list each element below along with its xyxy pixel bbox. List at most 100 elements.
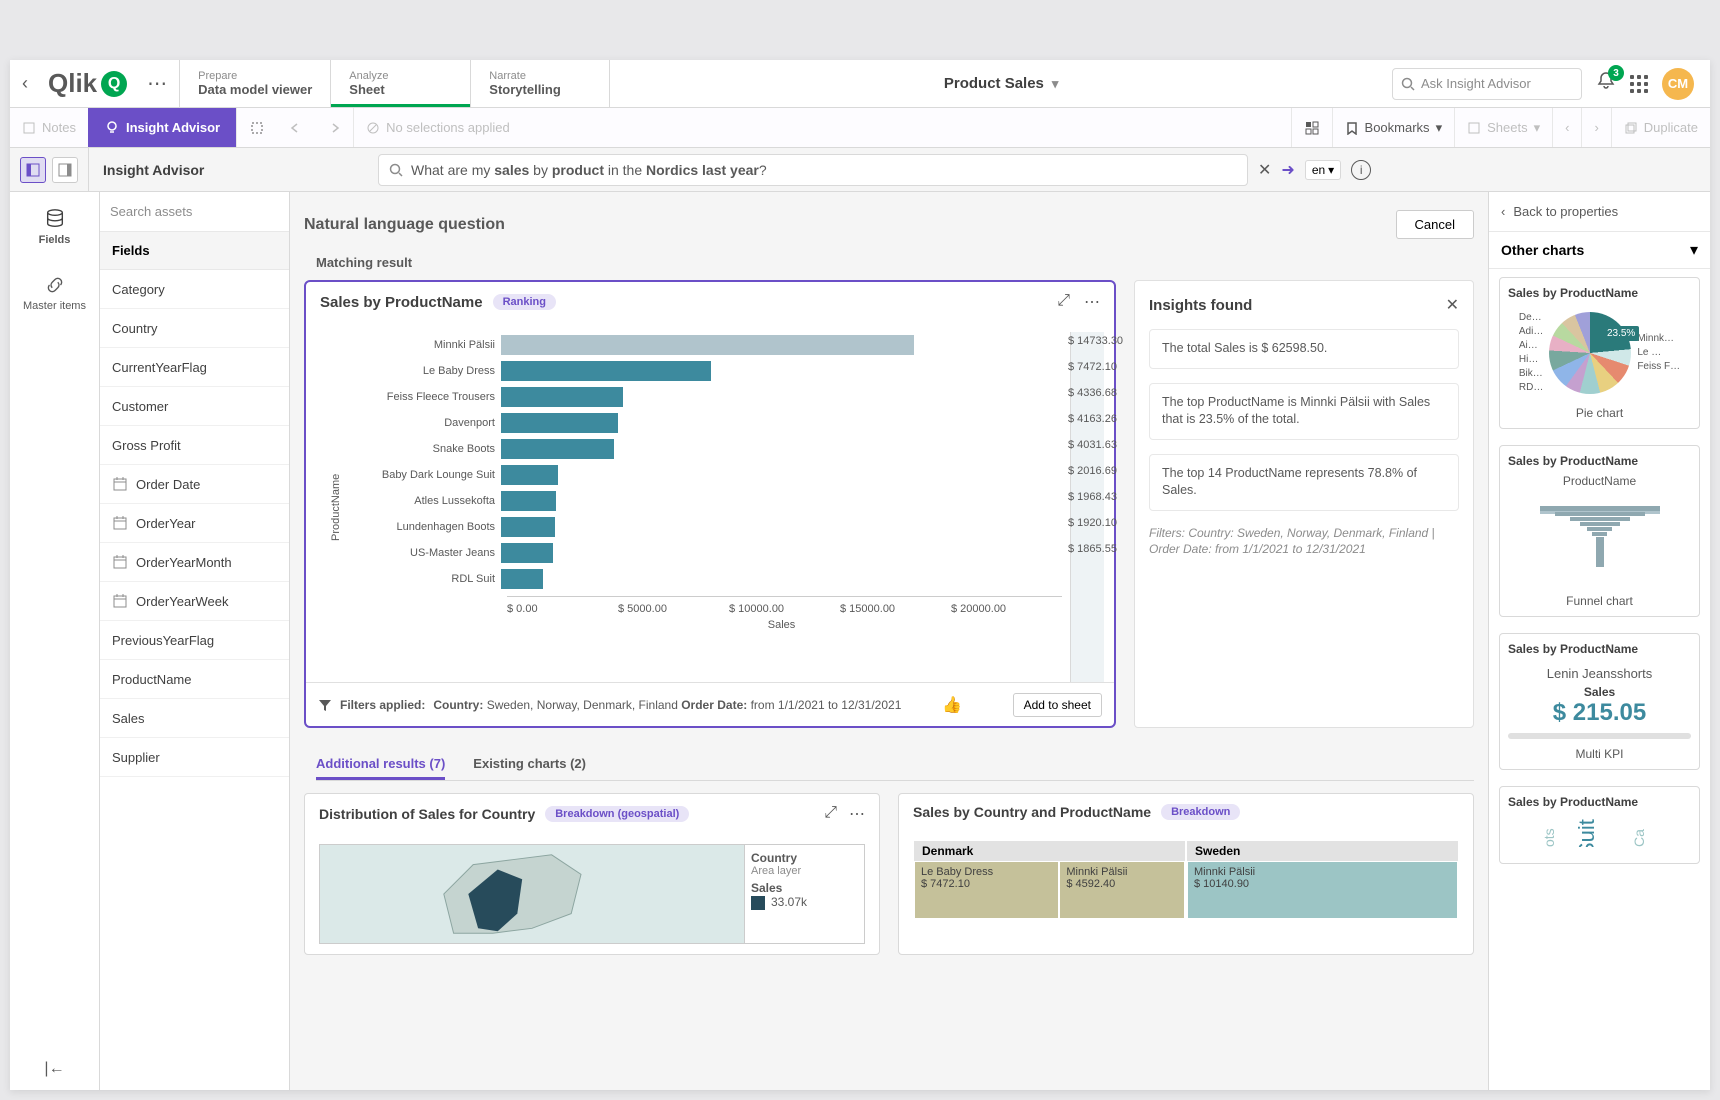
chart-title: Sales by ProductName: [320, 294, 483, 311]
additional-card-map: Distribution of Sales for Country Breakd…: [304, 793, 880, 955]
app-launcher-icon[interactable]: [1630, 75, 1648, 93]
lasso-icon: [249, 120, 265, 136]
field-item[interactable]: Gross Profit: [100, 426, 289, 465]
add-to-sheet-button[interactable]: Add to sheet: [1013, 693, 1102, 717]
app-title[interactable]: Product Sales▾: [610, 75, 1392, 92]
expand-icon[interactable]: ⤢: [824, 804, 837, 824]
next-sheet-button[interactable]: ›: [1581, 108, 1610, 147]
ask-insight-input[interactable]: Ask Insight Advisor: [1392, 68, 1582, 100]
field-item[interactable]: ProductName: [100, 660, 289, 699]
back-button[interactable]: ‹: [10, 73, 40, 94]
nav-tab-narrate[interactable]: NarrateStorytelling: [470, 60, 610, 107]
sheets-icon: [1467, 121, 1481, 135]
selections-tool-1[interactable]: [237, 108, 277, 147]
insight-item: The top 14 ProductName represents 78.8% …: [1149, 454, 1459, 511]
notes-icon: [22, 121, 36, 135]
app-more-icon[interactable]: ⋯: [135, 71, 179, 96]
other-chart-funnel[interactable]: Sales by ProductName ProductName Funnel …: [1499, 445, 1700, 617]
insight-advisor-button[interactable]: Insight Advisor: [88, 108, 236, 147]
main-chart-card: Sales by ProductName Ranking ⤢ ⋯ Product…: [304, 280, 1116, 728]
sheets-button[interactable]: Sheets ▾: [1454, 108, 1552, 147]
tab-existing-charts[interactable]: Existing charts (2): [473, 750, 586, 780]
notification-badge: 3: [1608, 65, 1624, 81]
clear-selections-button[interactable]: No selections applied: [354, 108, 522, 147]
rail-master-items[interactable]: Master items: [10, 270, 99, 316]
insights-card: Insights found ✕ The total Sales is $ 62…: [1134, 280, 1474, 728]
toolbar: Notes Insight Advisor No selections appl…: [10, 108, 1710, 148]
field-item[interactable]: OrderYearWeek: [100, 582, 289, 621]
field-item[interactable]: Customer: [100, 387, 289, 426]
field-item[interactable]: Supplier: [100, 738, 289, 777]
tab-additional-results[interactable]: Additional results (7): [316, 750, 445, 780]
chevron-down-icon: ▾: [1436, 120, 1443, 136]
x-axis-label: Sales: [501, 619, 1062, 631]
card-more-icon[interactable]: ⋯: [849, 804, 865, 824]
chart-scrollbar[interactable]: [1070, 332, 1104, 682]
field-item[interactable]: CurrentYearFlag: [100, 348, 289, 387]
selections-icon: [1304, 120, 1320, 136]
search-assets-input[interactable]: Search assets: [100, 192, 289, 232]
nav-tab-analyze[interactable]: AnalyzeSheet: [330, 60, 470, 107]
rail-collapse-button[interactable]: |←: [44, 1060, 64, 1078]
field-item[interactable]: Sales: [100, 699, 289, 738]
close-insights-button[interactable]: ✕: [1446, 295, 1459, 315]
avatar[interactable]: CM: [1662, 68, 1694, 100]
content-area: Natural language question Cancel Matchin…: [290, 192, 1488, 1090]
nav-tab-prepare[interactable]: PrepareData model viewer: [179, 60, 330, 107]
selections-tool-button[interactable]: [1291, 108, 1332, 147]
other-chart-pie[interactable]: Sales by ProductName De…Adi…Ai…Hi…Bik…RD…: [1499, 277, 1700, 429]
query-bar: Insight Advisor What are my sales by pro…: [10, 148, 1710, 192]
calendar-icon: [112, 593, 128, 609]
field-item[interactable]: Category: [100, 270, 289, 309]
step-back-button[interactable]: [277, 108, 315, 147]
notifications-button[interactable]: 3: [1596, 71, 1616, 96]
y-axis-label: ProductName: [326, 332, 346, 682]
calendar-icon: [112, 554, 128, 570]
filter-icon: [318, 698, 332, 712]
pie-icon: 23.5%: [1549, 312, 1631, 394]
insight-item: The total Sales is $ 62598.50.: [1149, 329, 1459, 369]
nav-tabs: PrepareData model viewer AnalyzeSheet Na…: [179, 60, 610, 107]
query-input[interactable]: What are my sales by product in the Nord…: [378, 154, 1248, 186]
insight-filters: Filters: Country: Sweden, Norway, Denmar…: [1149, 525, 1459, 559]
notes-button[interactable]: Notes: [10, 108, 88, 147]
language-select[interactable]: en ▾: [1305, 160, 1341, 180]
additional-card-treemap: Sales by Country and ProductName Breakdo…: [898, 793, 1474, 955]
clear-icon: [366, 121, 380, 135]
bookmark-icon: [1345, 121, 1359, 135]
other-charts-header[interactable]: Other charts▾: [1489, 232, 1710, 269]
bookmarks-button[interactable]: Bookmarks ▾: [1332, 108, 1455, 147]
right-panel-toggle[interactable]: [52, 157, 78, 183]
thumbs-up-button[interactable]: 👍: [942, 695, 962, 715]
field-item[interactable]: Country: [100, 309, 289, 348]
cancel-button[interactable]: Cancel: [1396, 210, 1474, 239]
map-visualization[interactable]: Country Area layer Sales 33.07k: [319, 844, 865, 944]
duplicate-button[interactable]: Duplicate: [1611, 108, 1710, 147]
field-item[interactable]: Order Date: [100, 465, 289, 504]
logo: QlikQ: [40, 68, 135, 99]
treemap-visualization[interactable]: Denmark Le Baby Dress$ 7472.10 Minnki Pä…: [913, 840, 1459, 920]
left-panel-toggle[interactable]: [20, 157, 46, 183]
other-chart-kpi[interactable]: Sales by ProductName Lenin Jeansshorts S…: [1499, 633, 1700, 770]
matching-result-label: Matching result: [316, 255, 1474, 270]
other-chart-wordcloud[interactable]: Sales by ProductName SuitotsCa: [1499, 786, 1700, 864]
step-forward-button[interactable]: [315, 108, 353, 147]
back-to-properties-button[interactable]: ‹Back to properties: [1489, 192, 1710, 232]
rail-fields[interactable]: Fields: [10, 204, 99, 250]
field-item[interactable]: OrderYearMonth: [100, 543, 289, 582]
database-icon: [44, 208, 66, 230]
undo-icon: [289, 121, 303, 135]
clear-query-button[interactable]: ✕: [1258, 160, 1271, 180]
field-item[interactable]: OrderYear: [100, 504, 289, 543]
right-panel: ‹Back to properties Other charts▾ Sales …: [1488, 192, 1710, 1090]
logo-q-icon: Q: [101, 71, 127, 97]
expand-icon[interactable]: ⤢: [1057, 292, 1070, 312]
funnel-icon: [1540, 506, 1660, 576]
field-item[interactable]: PreviousYearFlag: [100, 621, 289, 660]
submit-query-button[interactable]: ➜: [1281, 160, 1294, 180]
prev-sheet-button[interactable]: ‹: [1552, 108, 1581, 147]
calendar-icon: [112, 476, 128, 492]
top-bar: ‹ QlikQ ⋯ PrepareData model viewer Analy…: [10, 60, 1710, 108]
help-button[interactable]: i: [1351, 160, 1371, 180]
chart-more-icon[interactable]: ⋯: [1084, 292, 1100, 312]
